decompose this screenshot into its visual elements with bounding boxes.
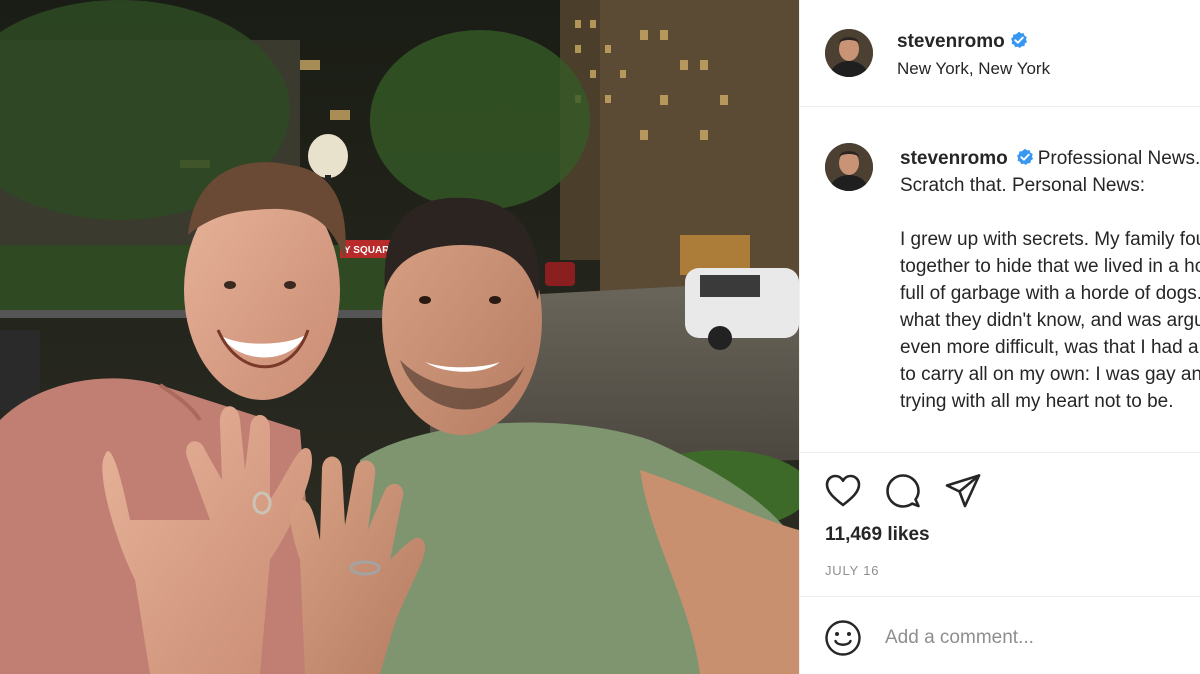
post-caption: stevenromo Professional News. Scratch tha…	[800, 108, 1200, 453]
post-date[interactable]: JULY 16	[825, 563, 879, 578]
post-side-panel: stevenromo New York, New York stevenromo…	[799, 0, 1200, 674]
emoji-icon[interactable]	[824, 619, 862, 657]
street-sign-text: Y SQUAR	[344, 245, 390, 256]
author-avatar[interactable]	[825, 29, 873, 77]
selfie-photo-illustration: Y SQUAR	[0, 0, 799, 674]
share-icon[interactable]	[944, 472, 982, 510]
comment-input[interactable]	[885, 623, 1185, 653]
caption-paragraph: I grew up with secrets. My family fought…	[900, 229, 1200, 412]
author-username[interactable]: stevenromo	[897, 31, 1028, 53]
post-location[interactable]: New York, New York	[897, 59, 1050, 79]
caption-text: stevenromo Professional News. Scratch tha…	[900, 145, 1200, 415]
likes-count[interactable]: 11,469 likes	[825, 524, 930, 546]
verified-badge-icon	[1016, 148, 1033, 165]
post-photo[interactable]: Y SQUAR	[0, 0, 799, 674]
post-actions: 11,469 likes JULY 16	[800, 453, 1200, 593]
add-comment-bar	[800, 596, 1200, 674]
instagram-post: Y SQUAR stevenromo New York, New York st…	[0, 0, 1200, 674]
heart-icon[interactable]	[824, 472, 862, 510]
profile-photo-icon	[825, 29, 873, 77]
author-username-text[interactable]: stevenromo	[897, 31, 1005, 52]
verified-badge-icon	[1010, 31, 1027, 48]
caption-author-avatar[interactable]	[825, 143, 873, 191]
post-header: stevenromo New York, New York	[800, 0, 1200, 107]
comment-icon[interactable]	[884, 472, 922, 510]
profile-photo-icon	[825, 143, 873, 191]
caption-username[interactable]: stevenromo	[900, 148, 1008, 169]
